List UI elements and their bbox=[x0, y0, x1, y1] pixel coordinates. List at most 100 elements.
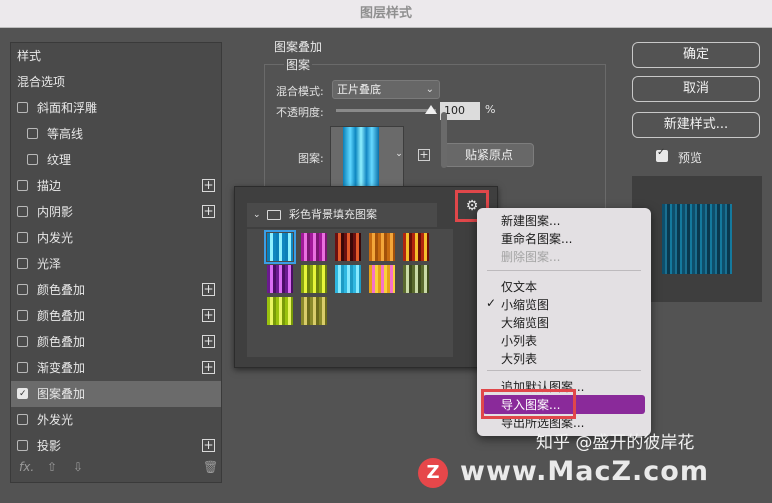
style-item-label: 内发光 bbox=[37, 231, 74, 245]
style-checkbox[interactable] bbox=[17, 310, 28, 321]
style-item[interactable]: 颜色叠加 + bbox=[11, 277, 221, 303]
style-item-label: 光泽 bbox=[37, 257, 62, 271]
blend-mode-value: 正片叠底 bbox=[337, 83, 381, 96]
pattern-overlay-title: 图案叠加 bbox=[274, 40, 323, 54]
checkmark-icon: ✓ bbox=[486, 296, 497, 310]
pattern-thumbnail[interactable] bbox=[369, 265, 395, 293]
style-checkbox[interactable] bbox=[17, 381, 28, 407]
up-arrow-icon[interactable]: ⇧ bbox=[47, 460, 57, 474]
blend-mode-label: 混合模式: bbox=[276, 85, 324, 98]
trash-icon[interactable]: 🗑 bbox=[203, 460, 218, 474]
pattern-thumbnail[interactable] bbox=[403, 265, 429, 293]
new-style-button[interactable]: 新建样式... bbox=[632, 112, 760, 138]
pattern-thumbnail[interactable] bbox=[335, 233, 361, 261]
style-preview-swatch bbox=[662, 204, 732, 274]
down-arrow-icon[interactable]: ⇩ bbox=[73, 460, 83, 474]
layer-style-dialog: 样式 混合选项 斜面和浮雕 等高线 纹理 描边 + 内阴影 + 内发光 光泽 颜色叠加 + 颜色叠加 +… bbox=[0, 28, 772, 503]
pattern-thumbnail[interactable] bbox=[264, 230, 296, 264]
menu-item[interactable]: 大缩览图 bbox=[501, 314, 549, 332]
pattern-thumbnail[interactable] bbox=[369, 233, 395, 261]
style-checkbox[interactable] bbox=[17, 258, 28, 269]
add-style-plus-icon[interactable]: + bbox=[202, 361, 215, 374]
style-checkbox[interactable] bbox=[17, 440, 28, 451]
style-checkbox[interactable] bbox=[17, 362, 28, 373]
pattern-group-name: 彩色背景填充图案 bbox=[289, 208, 377, 221]
style-checkbox[interactable] bbox=[27, 128, 38, 139]
style-checkbox[interactable] bbox=[17, 232, 28, 243]
pattern-group-header[interactable]: ⌄ 彩色背景填充图案 bbox=[247, 203, 437, 227]
menu-item: 删除图案... bbox=[501, 250, 561, 264]
blend-mode-select[interactable]: 正片叠底 ⌄ bbox=[332, 80, 440, 99]
add-style-plus-icon[interactable]: + bbox=[202, 205, 215, 218]
opacity-unit: % bbox=[485, 103, 496, 116]
menu-item[interactable]: 大列表 bbox=[501, 350, 537, 368]
blend-options-label: 混合选项 bbox=[17, 75, 66, 89]
pattern-thumbnail[interactable] bbox=[267, 265, 293, 293]
menu-item[interactable]: 仅文本 bbox=[501, 278, 537, 296]
styles-panel-footer: fx. ⇧ ⇩ 🗑 bbox=[11, 454, 221, 482]
pattern-label: 图案: bbox=[298, 152, 324, 165]
style-preview bbox=[632, 176, 762, 302]
add-style-plus-icon[interactable]: + bbox=[202, 283, 215, 296]
styles-header[interactable]: 样式 bbox=[11, 43, 221, 69]
opacity-slider-thumb[interactable] bbox=[425, 105, 437, 114]
style-item-label: 纹理 bbox=[47, 153, 72, 167]
zhihu-watermark: 知乎 @盛开的彼岸花 bbox=[536, 433, 695, 453]
style-item[interactable]: 纹理 bbox=[11, 147, 221, 173]
blend-options-item[interactable]: 混合选项 bbox=[11, 69, 221, 95]
style-item[interactable]: 等高线 bbox=[11, 121, 221, 147]
style-item[interactable]: 斜面和浮雕 bbox=[11, 95, 221, 121]
style-item[interactable]: 颜色叠加 + bbox=[11, 303, 221, 329]
style-item[interactable]: 内阴影 + bbox=[11, 199, 221, 225]
cancel-button[interactable]: 取消 bbox=[632, 76, 760, 102]
pattern-thumbnail[interactable] bbox=[301, 297, 327, 325]
style-item-label: 等高线 bbox=[47, 127, 84, 141]
pattern-thumbnail[interactable] bbox=[301, 233, 327, 261]
style-item-label: 颜色叠加 bbox=[37, 335, 86, 349]
import-highlight-box bbox=[481, 389, 576, 419]
picker-scrollbar[interactable] bbox=[441, 112, 447, 168]
menu-item[interactable]: 小列表 bbox=[501, 332, 537, 350]
style-item[interactable]: 渐变叠加 + bbox=[11, 355, 221, 381]
pattern-thumbnail[interactable] bbox=[403, 233, 429, 261]
pattern-thumbnail[interactable] bbox=[267, 297, 293, 325]
add-style-plus-icon[interactable]: + bbox=[202, 335, 215, 348]
style-item[interactable]: 内发光 bbox=[11, 225, 221, 251]
style-checkbox[interactable] bbox=[17, 180, 28, 191]
style-item-label: 斜面和浮雕 bbox=[37, 101, 98, 115]
style-checkbox[interactable] bbox=[17, 102, 28, 113]
style-item[interactable]: 图案叠加 bbox=[11, 381, 221, 407]
styles-list-panel: 样式 混合选项 斜面和浮雕 等高线 纹理 描边 + 内阴影 + 内发光 光泽 颜色叠加 + 颜色叠加 +… bbox=[10, 42, 222, 483]
style-item[interactable]: 光泽 bbox=[11, 251, 221, 277]
style-checkbox[interactable] bbox=[17, 336, 28, 347]
style-item-label: 内阴影 bbox=[37, 205, 74, 219]
add-style-plus-icon[interactable]: + bbox=[202, 309, 215, 322]
pattern-dropdown-icon[interactable]: ⌄ bbox=[392, 148, 406, 160]
style-checkbox[interactable] bbox=[17, 284, 28, 295]
pattern-thumbnail[interactable] bbox=[301, 265, 327, 293]
menu-separator bbox=[487, 370, 641, 371]
style-item[interactable]: 颜色叠加 + bbox=[11, 329, 221, 355]
style-item[interactable]: 描边 + bbox=[11, 173, 221, 199]
styles-header-label: 样式 bbox=[17, 49, 42, 63]
menu-item[interactable]: 重命名图案... bbox=[501, 230, 572, 248]
ok-button[interactable]: 确定 bbox=[632, 42, 760, 68]
new-preset-plus-icon[interactable]: + bbox=[418, 149, 430, 161]
style-checkbox[interactable] bbox=[17, 414, 28, 425]
snap-to-origin-button[interactable]: 贴紧原点 bbox=[444, 143, 534, 167]
menu-item[interactable]: 新建图案... bbox=[501, 212, 560, 230]
pattern-thumbnail[interactable] bbox=[335, 265, 361, 293]
add-style-plus-icon[interactable]: + bbox=[202, 179, 215, 192]
macz-watermark: www.MacZ.com bbox=[460, 456, 709, 487]
style-checkbox[interactable] bbox=[17, 206, 28, 217]
style-item[interactable]: 外发光 bbox=[11, 407, 221, 433]
menu-item[interactable]: 小缩览图 bbox=[501, 296, 549, 314]
fx-button[interactable]: fx. bbox=[19, 460, 34, 474]
pattern-preview-image bbox=[343, 127, 379, 187]
style-checkbox[interactable] bbox=[27, 154, 38, 165]
preview-checkbox[interactable] bbox=[656, 147, 668, 162]
folder-icon bbox=[267, 210, 281, 220]
opacity-slider-track[interactable] bbox=[336, 109, 436, 112]
opacity-label: 不透明度: bbox=[276, 106, 324, 119]
add-style-plus-icon[interactable]: + bbox=[202, 439, 215, 452]
